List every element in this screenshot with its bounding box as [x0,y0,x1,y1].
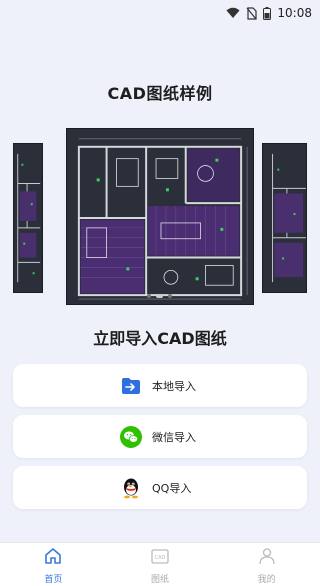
drawing-icon: CAD [150,546,170,570]
tab-profile[interactable]: 我的 [213,543,320,586]
import-section-title: 立即导入CAD图纸 [93,329,227,348]
qq-icon [120,477,142,499]
home-icon [43,546,63,570]
carousel-dot [168,294,172,298]
cad-sample-preview-main[interactable] [66,128,254,305]
tab-profile-label: 我的 [257,575,276,585]
carousel-dot [147,294,151,298]
cad-sample-carousel[interactable] [0,128,320,306]
tab-home-label: 首页 [44,575,63,585]
cad-sample-preview-left[interactable] [13,143,43,293]
qq-import-button[interactable]: QQ导入 [13,466,307,509]
no-sim-icon [246,6,258,20]
status-time: 10:08 [277,6,312,20]
carousel-indicator [147,294,172,298]
qq-import-label: QQ导入 [152,481,192,495]
svg-text:CAD: CAD [155,555,166,561]
tab-drawings[interactable]: CAD 图纸 [107,543,214,586]
tab-home[interactable]: 首页 [0,543,107,586]
cad-sample-preview-right[interactable] [262,143,307,293]
wechat-icon [120,425,142,448]
battery-icon [263,6,272,20]
wechat-import-label: 微信导入 [152,430,196,444]
folder-import-icon [120,375,142,397]
wechat-import-button[interactable]: 微信导入 [13,415,307,458]
tab-drawings-label: 图纸 [151,575,170,585]
sample-section-title: CAD图纸样例 [107,84,213,103]
status-bar: 10:08 [0,0,320,26]
profile-icon [257,546,277,570]
wifi-icon [226,7,240,19]
carousel-dot-active [156,294,163,298]
local-import-label: 本地导入 [152,379,196,393]
local-import-button[interactable]: 本地导入 [13,364,307,407]
bottom-tab-bar: 首页 CAD 图纸 我的 [0,542,320,586]
